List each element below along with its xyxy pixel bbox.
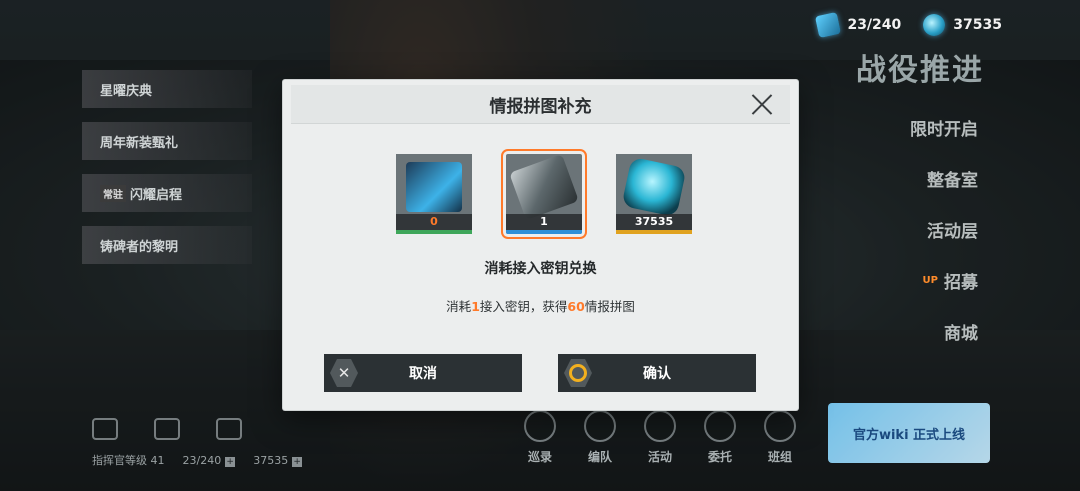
recruit-label: 招募 [944, 272, 978, 293]
close-icon[interactable] [750, 92, 774, 116]
nav-commission[interactable]: 委托 [700, 410, 740, 465]
bottom-stats: 指挥官等级 41 23/240 + 37535 + [92, 452, 303, 468]
x-icon: ✕ [330, 359, 358, 387]
access-key-icon [509, 154, 579, 221]
rarity-bar [506, 230, 582, 234]
top-resources: 23/240 37535 [815, 11, 1002, 39]
bottom-left-icons [92, 418, 242, 440]
desc-quantity-gain: 60 [567, 299, 585, 314]
stamina-value: 23/240 [847, 17, 902, 33]
item-count: 0 [396, 214, 472, 230]
circle-icon [564, 359, 592, 387]
banner-monument-dawn[interactable]: 铸碑者的黎明 [82, 226, 252, 264]
banner-shining-start[interactable]: 常驻 闪耀启程 [82, 174, 252, 212]
squad-icon [764, 410, 796, 442]
exchange-dialog: 情报拼图补充 0 1 37535 消耗接入密钥兑换 消耗1接入密钥，获得60情报… [283, 80, 798, 410]
commission-icon [704, 410, 736, 442]
nav-activity[interactable]: 活动 [640, 410, 680, 465]
dialog-title: 情报拼图补充 [489, 96, 592, 117]
item-count: 37535 [616, 214, 692, 230]
right-menu: 限时开启 整备室 活动层 UP 招募 商城 [910, 115, 978, 344]
desc-middle: 接入密钥，获得 [479, 299, 568, 314]
formation-icon [584, 410, 616, 442]
menu-shop[interactable]: 商城 [944, 319, 978, 344]
bottom-crystal[interactable]: 37535 + [253, 453, 303, 467]
wiki-banner[interactable]: 官方wiki 正式上线 [828, 403, 990, 463]
exchange-description: 消耗1接入密钥，获得60情报拼图 [283, 296, 798, 315]
desc-prefix: 消耗 [446, 299, 472, 314]
link-icon[interactable] [154, 418, 180, 440]
banner-anniversary-outfit[interactable]: 周年新装甄礼 [82, 122, 252, 160]
up-badge: UP [922, 274, 938, 286]
banner-label: 闪耀启程 [130, 187, 183, 203]
intel-chip-icon [406, 162, 462, 212]
crystal-item[interactable]: 37535 [616, 154, 692, 234]
dialog-header: 情报拼图补充 [291, 85, 790, 124]
access-key-item[interactable]: 1 [501, 149, 587, 239]
left-banners: 星曜庆典 周年新装甄礼 常驻 闪耀启程 铸碑者的黎明 [82, 70, 252, 278]
nav-label: 活动 [647, 450, 672, 464]
cancel-button[interactable]: ✕ 取消 [324, 354, 522, 392]
plus-icon[interactable]: + [292, 456, 303, 467]
confirm-label: 确认 [643, 366, 671, 382]
menu-activity-floor[interactable]: 活动层 [927, 217, 978, 242]
banner-tag: 常驻 [100, 184, 126, 202]
commander-level: 指挥官等级 41 [92, 454, 165, 467]
nav-label: 编队 [587, 450, 612, 464]
bottom-crystal-value: 37535 [253, 453, 289, 467]
bottom-nav: 巡录 编队 活动 委托 班组 [520, 410, 800, 465]
rarity-bar [396, 230, 472, 234]
activity-icon [644, 410, 676, 442]
stamina-resource[interactable]: 23/240 [815, 11, 902, 39]
settings-icon[interactable] [92, 418, 118, 440]
crystal-resource[interactable]: 37535 [923, 14, 1002, 36]
nav-squad[interactable]: 班组 [760, 410, 800, 465]
bottom-stamina-value: 23/240 [182, 453, 222, 467]
crystal-icon [621, 156, 687, 218]
nav-label: 委托 [707, 450, 732, 464]
nav-label: 巡录 [527, 450, 552, 464]
menu-preparation-room[interactable]: 整备室 [927, 166, 978, 191]
desc-suffix: 情报拼图 [584, 299, 635, 314]
banner-celebration[interactable]: 星曜庆典 [82, 70, 252, 108]
bottom-stamina[interactable]: 23/240 + [183, 454, 236, 467]
confirm-button[interactable]: 确认 [558, 354, 756, 392]
nav-formation[interactable]: 编队 [580, 410, 620, 465]
crystal-value: 37535 [953, 17, 1002, 33]
menu-limited-open[interactable]: 限时开启 [910, 115, 978, 140]
stamina-icon [815, 11, 842, 39]
menu-recruit[interactable]: UP 招募 [922, 268, 978, 293]
plus-icon[interactable]: + [225, 456, 236, 467]
item-list: 0 1 37535 [396, 149, 692, 239]
desc-quantity-cost: 1 [471, 299, 480, 314]
exchange-title: 消耗接入密钥兑换 [484, 261, 597, 277]
item-count: 1 [506, 214, 582, 230]
rarity-bar [616, 230, 692, 234]
patrol-icon [524, 410, 556, 442]
cancel-label: 取消 [409, 366, 437, 382]
crystal-icon [923, 14, 946, 36]
intel-chip-item[interactable]: 0 [396, 154, 472, 234]
campaign-title[interactable]: 战役推进 [856, 45, 984, 89]
nav-patrol[interactable]: 巡录 [520, 410, 560, 465]
chat-icon[interactable] [216, 418, 242, 440]
nav-label: 班组 [767, 450, 792, 464]
